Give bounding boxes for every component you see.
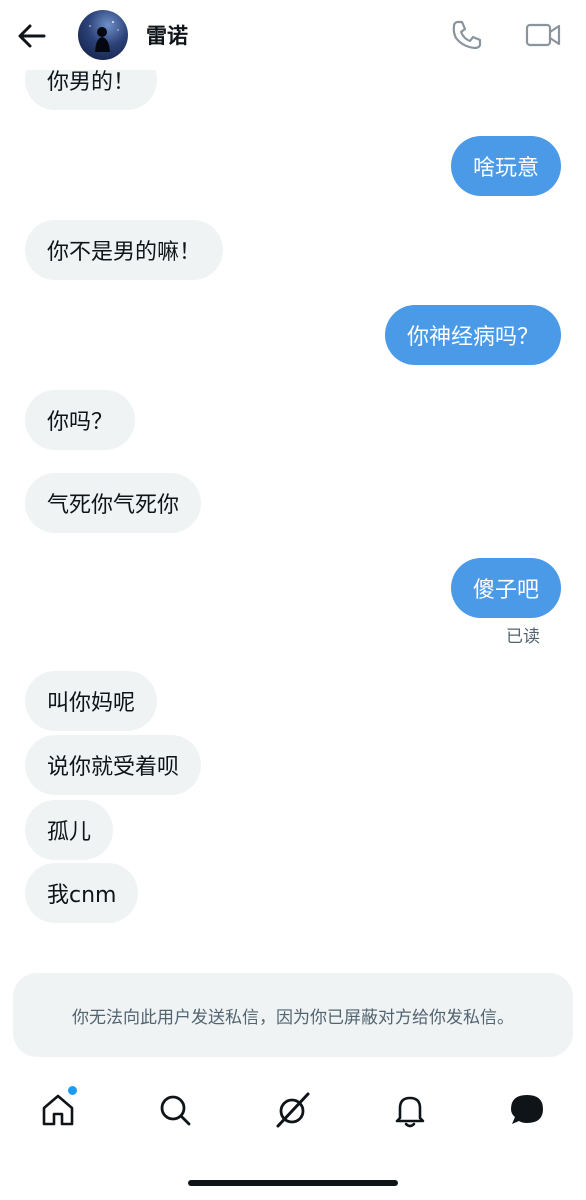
- incoming-message[interactable]: 说你就受着呗: [25, 735, 202, 795]
- bell-icon[interactable]: [390, 1090, 430, 1130]
- arrow-left-icon[interactable]: [14, 18, 50, 54]
- outgoing-message[interactable]: 啥玩意: [450, 136, 561, 196]
- incoming-message[interactable]: 孤儿: [25, 800, 114, 860]
- phone-icon[interactable]: [450, 18, 484, 52]
- avatar-silhouette-icon: [89, 21, 119, 52]
- grok-icon[interactable]: [272, 1090, 312, 1130]
- incoming-message[interactable]: 叫你妈呢: [25, 671, 158, 731]
- blocked-notice: 你无法向此用户发送私信，因为你已屏蔽对方给你发私信。: [13, 973, 573, 1057]
- incoming-message[interactable]: 你吗？: [25, 390, 136, 450]
- incoming-message[interactable]: 你不是男的嘛！: [25, 220, 224, 280]
- conversation-header: 雷诺: [0, 0, 586, 70]
- messages-icon[interactable]: [507, 1090, 547, 1130]
- bottom-tab-bar: [0, 1080, 586, 1140]
- read-receipt: 已读: [506, 627, 540, 647]
- home-indicator: [188, 1180, 398, 1186]
- incoming-message[interactable]: 气死你气死你: [25, 473, 202, 533]
- incoming-message[interactable]: 我cnm: [25, 863, 139, 923]
- avatar[interactable]: [78, 10, 128, 60]
- outgoing-message[interactable]: 傻子吧: [450, 558, 561, 618]
- outgoing-message[interactable]: 你神经病吗？: [384, 305, 561, 365]
- video-camera-icon[interactable]: [524, 18, 562, 52]
- search-icon[interactable]: [155, 1090, 195, 1130]
- contact-name[interactable]: 雷诺: [146, 20, 188, 50]
- notification-badge: [66, 1084, 79, 1097]
